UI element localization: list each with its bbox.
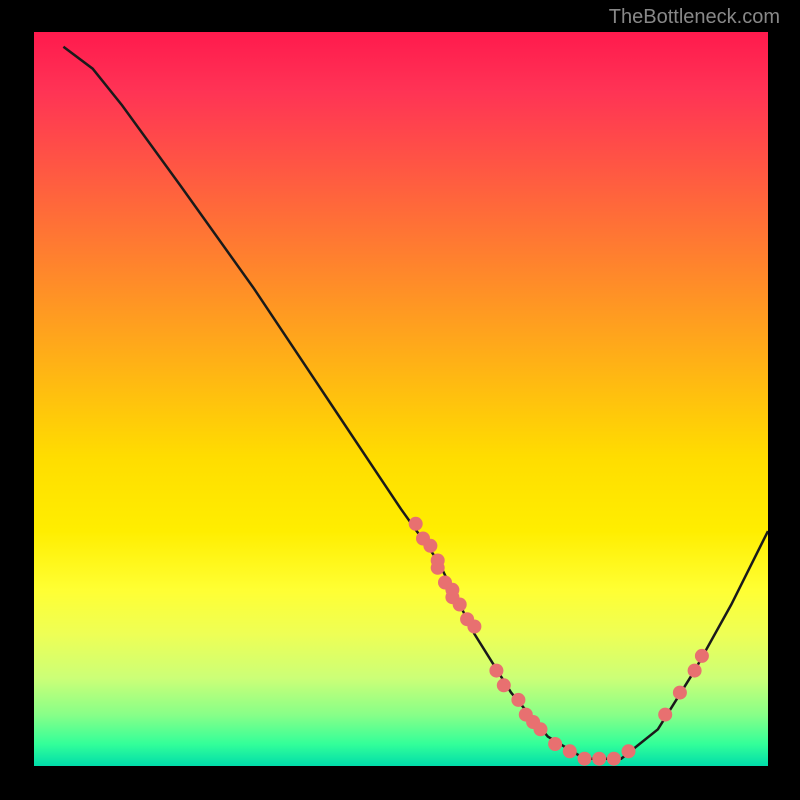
chart-svg xyxy=(34,32,768,766)
data-point xyxy=(688,664,702,678)
curve-group xyxy=(63,47,768,759)
bottleneck-curve xyxy=(63,47,768,759)
data-point xyxy=(423,539,437,553)
data-point xyxy=(409,517,423,531)
data-point xyxy=(497,678,511,692)
data-point xyxy=(592,752,606,766)
watermark-text: TheBottleneck.com xyxy=(609,6,780,29)
data-point xyxy=(563,744,577,758)
data-point xyxy=(453,598,467,612)
data-point xyxy=(622,744,636,758)
data-point xyxy=(431,561,445,575)
data-point xyxy=(534,722,548,736)
data-point xyxy=(607,752,621,766)
chart-container: TheBottleneck.com xyxy=(0,0,800,800)
data-point xyxy=(658,708,672,722)
data-point xyxy=(548,737,562,751)
data-point xyxy=(673,686,687,700)
data-point xyxy=(695,649,709,663)
data-point xyxy=(511,693,525,707)
data-point xyxy=(578,752,592,766)
data-point xyxy=(489,664,503,678)
data-point xyxy=(467,620,481,634)
plot-area xyxy=(34,32,768,766)
scatter-points-group xyxy=(409,517,709,766)
